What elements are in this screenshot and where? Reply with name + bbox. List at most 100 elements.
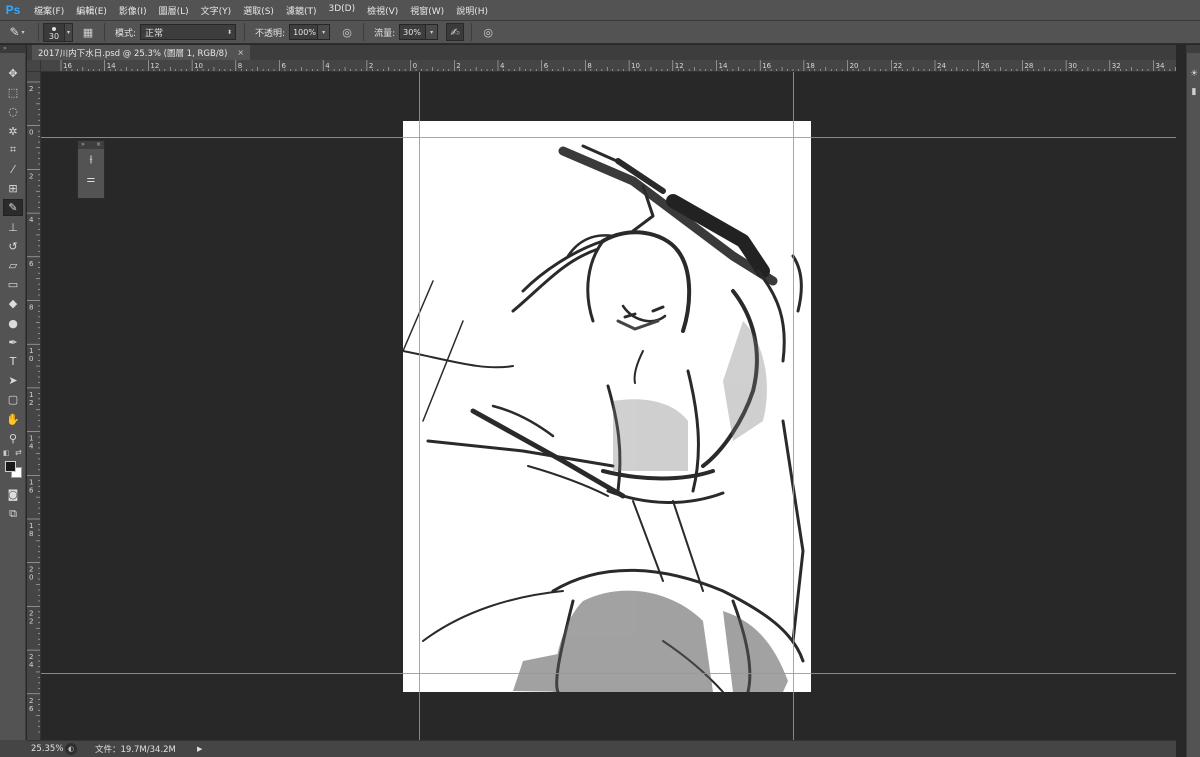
ruler-label: 28 xyxy=(1024,62,1033,70)
menu-item[interactable]: 說明(H) xyxy=(450,4,494,17)
ruler-label: 16 xyxy=(762,62,771,70)
pressure-size-icon[interactable]: ◎ xyxy=(479,23,497,41)
healing-brush-tool-icon[interactable]: ⊞ xyxy=(3,180,23,197)
toolbar-footer xyxy=(0,740,27,757)
mode-select[interactable]: 正常 ⬍ xyxy=(140,24,237,40)
vertical-ruler[interactable]: 202468101214161820222426 xyxy=(27,72,41,740)
brush-tool-icon[interactable]: ✎ xyxy=(3,199,23,217)
blur-tool-icon[interactable]: ◆ xyxy=(3,295,23,312)
zoom-level[interactable]: 25.35% xyxy=(27,744,65,754)
ruler-label: 16 xyxy=(63,62,72,70)
screen-mode-icon[interactable]: ⧉ xyxy=(3,505,23,522)
ruler-label: 6 xyxy=(544,62,549,70)
divider xyxy=(363,23,365,41)
document-size: 文件：19.7M/34.2M xyxy=(95,745,176,755)
vertical-guide[interactable] xyxy=(419,72,420,740)
horizontal-ruler-ticks: 16 14 12 10 8 6 4 2 0 2 4 6 8 10 12 14 16 18 20 22 24 26 28 30 3… xyxy=(60,60,1176,71)
quick-mask-icon[interactable]: ◙ xyxy=(3,486,23,503)
ruler-label: 34 xyxy=(1156,62,1165,70)
horizontal-guide[interactable] xyxy=(41,137,1176,138)
ruler-label: 2 xyxy=(456,62,460,70)
opacity-dropdown[interactable]: ▾ xyxy=(318,24,331,40)
panel-dock-header[interactable] xyxy=(1187,45,1200,53)
zoom-tool-icon[interactable]: ⚲ xyxy=(3,430,23,447)
eraser-tool-icon[interactable]: ▱ xyxy=(3,257,23,274)
pressure-opacity-icon[interactable]: ◎ xyxy=(338,23,356,41)
pen-tool-icon[interactable]: ✒ xyxy=(3,334,23,351)
menu-item[interactable]: 檢視(V) xyxy=(361,4,404,17)
mini-panel-header[interactable]: » × xyxy=(78,141,104,149)
toolbar-collapse-bar[interactable]: » xyxy=(0,45,26,53)
move-tool-icon[interactable]: ✥ xyxy=(3,65,23,82)
ruler-label: 0 xyxy=(29,129,33,137)
history-brush-tool-icon[interactable]: ↺ xyxy=(3,238,23,255)
ruler-label: 6 xyxy=(29,260,34,268)
canvas-area[interactable] xyxy=(41,72,1176,740)
shape-tool-icon[interactable]: ▢ xyxy=(3,391,23,408)
crop-tool-icon[interactable]: ⌗ xyxy=(3,142,23,159)
status-menu-arrow-icon[interactable]: ▶ xyxy=(197,745,202,753)
ruler-label: 8 xyxy=(587,62,591,70)
ruler-label: 6 xyxy=(29,705,34,713)
ruler-label: 2 xyxy=(29,617,33,625)
ruler-label: 12 xyxy=(675,62,684,70)
dodge-tool-icon[interactable]: ● xyxy=(3,315,23,332)
menu-item[interactable]: 視窗(W) xyxy=(404,4,450,17)
document-canvas[interactable] xyxy=(403,121,811,692)
menu-item[interactable]: 3D(D) xyxy=(322,4,361,17)
brush-tip-icon xyxy=(52,26,56,31)
horizontal-ruler[interactable]: 16 14 12 10 8 6 4 2 0 2 4 6 8 10 12 14 16 18 20 22 24 26 28 30 3… xyxy=(41,60,1176,72)
magic-wand-tool-icon[interactable]: ✲ xyxy=(3,123,23,140)
brush-size-picker[interactable]: 30 xyxy=(43,22,65,42)
vertical-ruler-ticks: 202468101214161820222426 xyxy=(27,81,40,733)
ruler-label: 4 xyxy=(29,661,34,669)
ruler-origin[interactable] xyxy=(27,60,41,72)
document-tab[interactable]: 2017川内下水日.psd @ 25.3% (圖層 1, RGB/8) × xyxy=(32,45,251,60)
close-icon[interactable]: × xyxy=(96,141,101,149)
eyedropper-tool-icon[interactable]: ⁄ xyxy=(3,161,23,178)
options-bar: ✎ ▾ 30 ▾ ▦ 模式: 正常 ⬍ 不透明: 100% ▾ ◎ 流量: 30… xyxy=(0,20,1200,44)
airbrush-icon[interactable]: ✍ xyxy=(446,23,465,41)
vertical-guide[interactable] xyxy=(793,72,794,740)
brush-settings-icon[interactable]: ⚌ xyxy=(78,169,104,189)
lasso-tool-icon[interactable]: ◌ xyxy=(3,103,23,120)
hand-tool-icon[interactable]: ✋ xyxy=(3,411,23,428)
marquee-tool-icon[interactable]: ⬚ xyxy=(3,84,23,101)
status-bar: 25.35% ◐ 文件：19.7M/34.2M ▶ xyxy=(27,740,1176,757)
opacity-input[interactable]: 100% xyxy=(289,24,319,40)
flow-input[interactable]: 30% xyxy=(399,24,427,40)
document-tab-bar: 2017川内下水日.psd @ 25.3% (圖層 1, RGB/8) × xyxy=(27,45,1176,60)
info-icon[interactable]: ◐ xyxy=(65,743,77,755)
brush-size-dropdown[interactable]: ▾ xyxy=(65,22,73,42)
divider xyxy=(244,23,246,41)
menu-item[interactable]: 選取(S) xyxy=(237,4,280,17)
path-selection-tool-icon[interactable]: ➤ xyxy=(3,372,23,389)
menu-item[interactable]: 檔案(F) xyxy=(28,4,70,17)
menu-item[interactable]: 圖層(L) xyxy=(153,4,195,17)
clone-stamp-tool-icon[interactable]: ⊥ xyxy=(3,219,23,236)
close-icon[interactable]: × xyxy=(237,48,244,57)
menu-item[interactable]: 文字(Y) xyxy=(195,4,238,17)
gradient-tool-icon[interactable]: ▭ xyxy=(3,276,23,293)
brush-panel-toggle-icon[interactable]: ▦ xyxy=(79,23,97,41)
menu-item[interactable]: 影像(I) xyxy=(113,4,153,17)
swap-colors-icon[interactable]: ⇄ xyxy=(15,448,22,457)
brush-icon[interactable]: ⫲ xyxy=(78,149,104,169)
document-tab-title: 2017川内下水日.psd @ 25.3% (圖層 1, RGB/8) xyxy=(38,48,228,59)
default-colors-icon[interactable]: ◧ xyxy=(3,449,10,457)
ruler-label: 1 xyxy=(29,347,33,355)
panel-icon[interactable]: ▮ xyxy=(1188,85,1200,99)
menu-item[interactable]: 編輯(E) xyxy=(70,4,113,17)
ruler-label: 4 xyxy=(29,216,34,224)
horizontal-guide[interactable] xyxy=(41,673,1176,674)
ruler-label: 6 xyxy=(29,486,34,494)
flow-dropdown[interactable]: ▾ xyxy=(426,24,439,40)
menu-item[interactable]: 濾鏡(T) xyxy=(280,4,323,17)
foreground-color-swatch[interactable] xyxy=(5,461,16,472)
photoshop-logo: Ps xyxy=(5,3,21,17)
adjustments-icon[interactable]: ☀ xyxy=(1188,67,1200,81)
type-tool-icon[interactable]: T xyxy=(3,353,23,370)
select-arrows-icon: ⬍ xyxy=(227,28,233,36)
collapse-icon[interactable]: » xyxy=(81,141,85,149)
tool-preset-picker[interactable]: ✎ ▾ xyxy=(0,21,34,43)
